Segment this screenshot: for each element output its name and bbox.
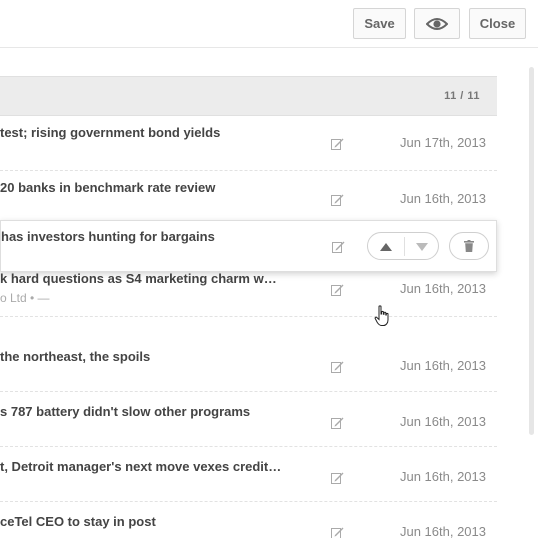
item-title[interactable]: test; rising government bond yields [0,125,220,140]
save-button[interactable]: Save [353,8,406,39]
move-up-button[interactable] [368,233,404,261]
list-item[interactable]: s 787 battery didn't slow other programs… [0,392,497,447]
item-date: Jun 16th, 2013 [399,469,486,484]
delete-button[interactable] [449,232,489,260]
trash-icon [464,240,474,252]
eye-icon [426,17,448,30]
item-source: o Ltd • — [0,291,50,305]
arrow-down-icon [416,243,428,251]
edit-icon[interactable] [331,416,344,429]
list-item[interactable]: 20 banks in benchmark rate review Jun 16… [0,171,497,226]
edit-icon[interactable] [331,360,344,373]
list-item[interactable]: ceTel CEO to stay in post Jun 16th, 2013 [0,502,497,538]
move-down-button[interactable] [404,233,440,261]
item-date: Jun 16th, 2013 [399,281,486,296]
scrollbar[interactable] [527,49,536,538]
edit-icon[interactable] [331,471,344,484]
item-counter: 11 / 11 [444,90,480,102]
top-toolbar: Save Close [0,0,538,48]
scrollbar-thumb[interactable] [529,67,534,435]
item-date: Jun 16th, 2013 [399,524,486,538]
edit-icon[interactable] [331,283,344,296]
list-item[interactable]: t, Detroit manager's next move vexes cre… [0,447,497,502]
edit-icon[interactable] [331,526,344,538]
edit-icon[interactable] [331,137,344,150]
item-title[interactable]: 20 banks in benchmark rate review [0,180,215,195]
reorder-control [367,232,439,260]
item-title[interactable]: t, Detroit manager's next move vexes cre… [0,459,281,474]
edit-icon[interactable] [332,240,345,253]
item-title[interactable]: ceTel CEO to stay in post [0,514,156,529]
list-item-active[interactable]: has investors hunting for bargains [0,220,497,272]
list-item[interactable]: test; rising government bond yields Jun … [0,116,497,171]
list-item[interactable]: k hard questions as S4 marketing charm w… [0,271,497,317]
item-date: Jun 16th, 2013 [399,358,486,373]
item-date: Jun 16th, 2013 [399,191,486,206]
close-button[interactable]: Close [469,8,526,39]
edit-icon[interactable] [331,193,344,206]
list-header: 11 / 11 [0,76,497,116]
item-title[interactable]: s 787 battery didn't slow other programs [0,404,250,419]
item-date: Jun 17th, 2013 [399,135,486,150]
item-title[interactable]: the northeast, the spoils [0,349,150,364]
article-list: 11 / 11 test; rising government bond yie… [0,48,497,538]
arrow-up-icon [380,243,392,251]
list-item[interactable]: the northeast, the spoils Jun 16th, 2013 [0,317,497,392]
preview-button[interactable] [414,8,460,39]
item-title[interactable]: k hard questions as S4 marketing charm w… [0,271,277,286]
hand-cursor-icon [374,305,389,326]
item-date: Jun 16th, 2013 [399,414,486,429]
item-title[interactable]: has investors hunting for bargains [1,229,215,244]
